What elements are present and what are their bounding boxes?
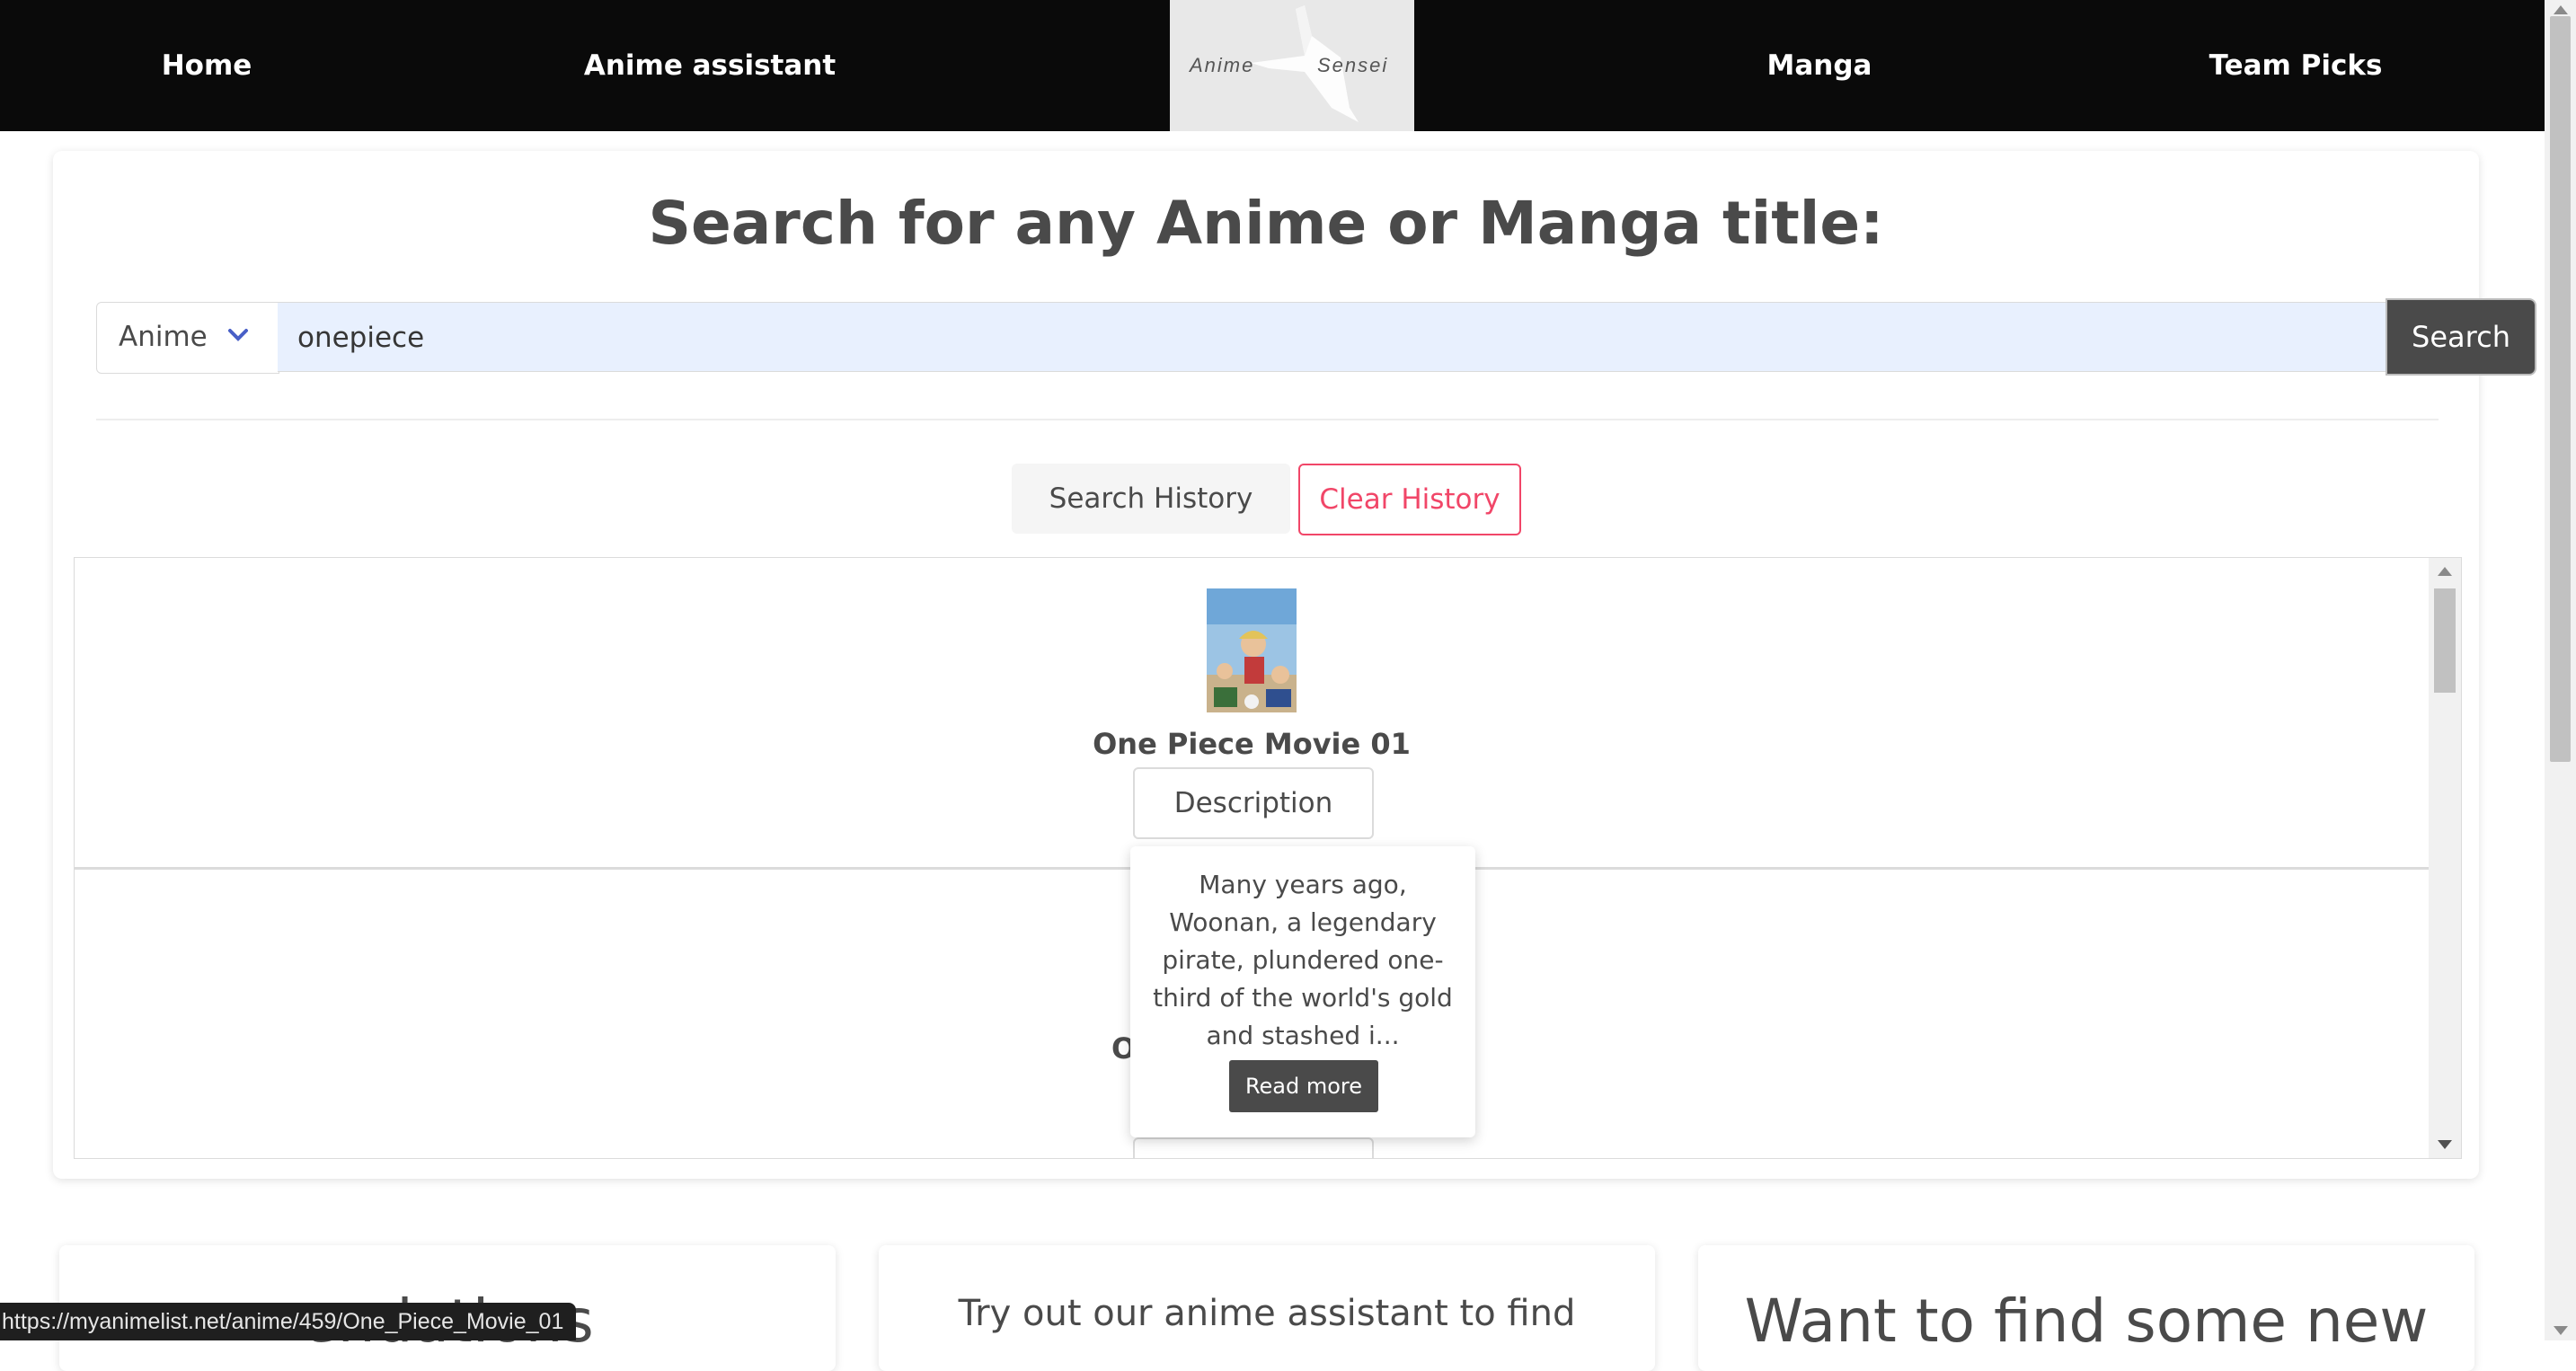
assistant-card: Try out our anime assistant to find [879,1245,1655,1371]
nav-home-link[interactable]: Home [117,0,297,131]
description-popover: Many years ago, Woonan, a legendary pira… [1130,846,1475,1137]
assistant-card-text: Try out our anime assistant to find [958,1293,1576,1334]
results-scrollbar[interactable] [2429,558,2461,1158]
nav-team-picks-link[interactable]: Team Picks [2192,0,2399,131]
search-history-button[interactable]: Search History [1012,464,1290,534]
description-button[interactable] [1133,1137,1374,1158]
page-scrollbar[interactable] [2545,0,2576,1340]
list-item: One Piece Movie 01 Description [75,558,2429,870]
clear-history-button[interactable]: Clear History [1298,464,1521,535]
page-scrollbar-thumb[interactable] [2550,16,2571,762]
scroll-up-arrow-icon[interactable] [2554,5,2568,14]
logo-text-sensei: Sensei [1317,54,1389,76]
discover-card: Want to find some new [1698,1245,2474,1371]
result-title[interactable]: One Piece Movie 01 [75,727,2429,761]
anime-sensei-logo[interactable]: Anime Sensei [1170,0,1414,131]
scroll-down-arrow-icon[interactable] [2438,1140,2452,1149]
search-input-value: onepiece [297,322,425,354]
search-bar: Anime onepiece Search [96,300,2535,374]
status-bar-url: https://myanimelist.net/anime/459/One_Pi… [0,1303,577,1340]
results-scrollbar-thumb[interactable] [2434,588,2456,693]
search-button[interactable]: Search [2387,300,2535,374]
description-button[interactable]: Description [1133,767,1374,839]
media-type-value: Anime [119,321,208,353]
search-input[interactable]: onepiece [278,302,2387,372]
poster-image[interactable] [1207,588,1297,712]
top-nav: Home Anime assistant Anime Sensei Manga … [0,0,2545,131]
scroll-down-arrow-icon[interactable] [2554,1326,2568,1335]
nav-manga-link[interactable]: Manga [1730,0,1909,131]
scroll-up-arrow-icon[interactable] [2438,567,2452,576]
discover-card-heading: Want to find some new [1744,1287,2429,1356]
read-more-button[interactable]: Read more [1229,1060,1378,1112]
page-title: Search for any Anime or Manga title: [648,189,1884,258]
description-text: Many years ago, Woonan, a legendary pira… [1153,870,1453,1050]
media-type-select[interactable]: Anime [96,302,279,374]
divider [96,419,2439,420]
chevron-down-icon [228,329,248,341]
nav-anime-assistant-link[interactable]: Anime assistant [575,0,845,131]
logo-text-anime: Anime [1190,54,1255,76]
